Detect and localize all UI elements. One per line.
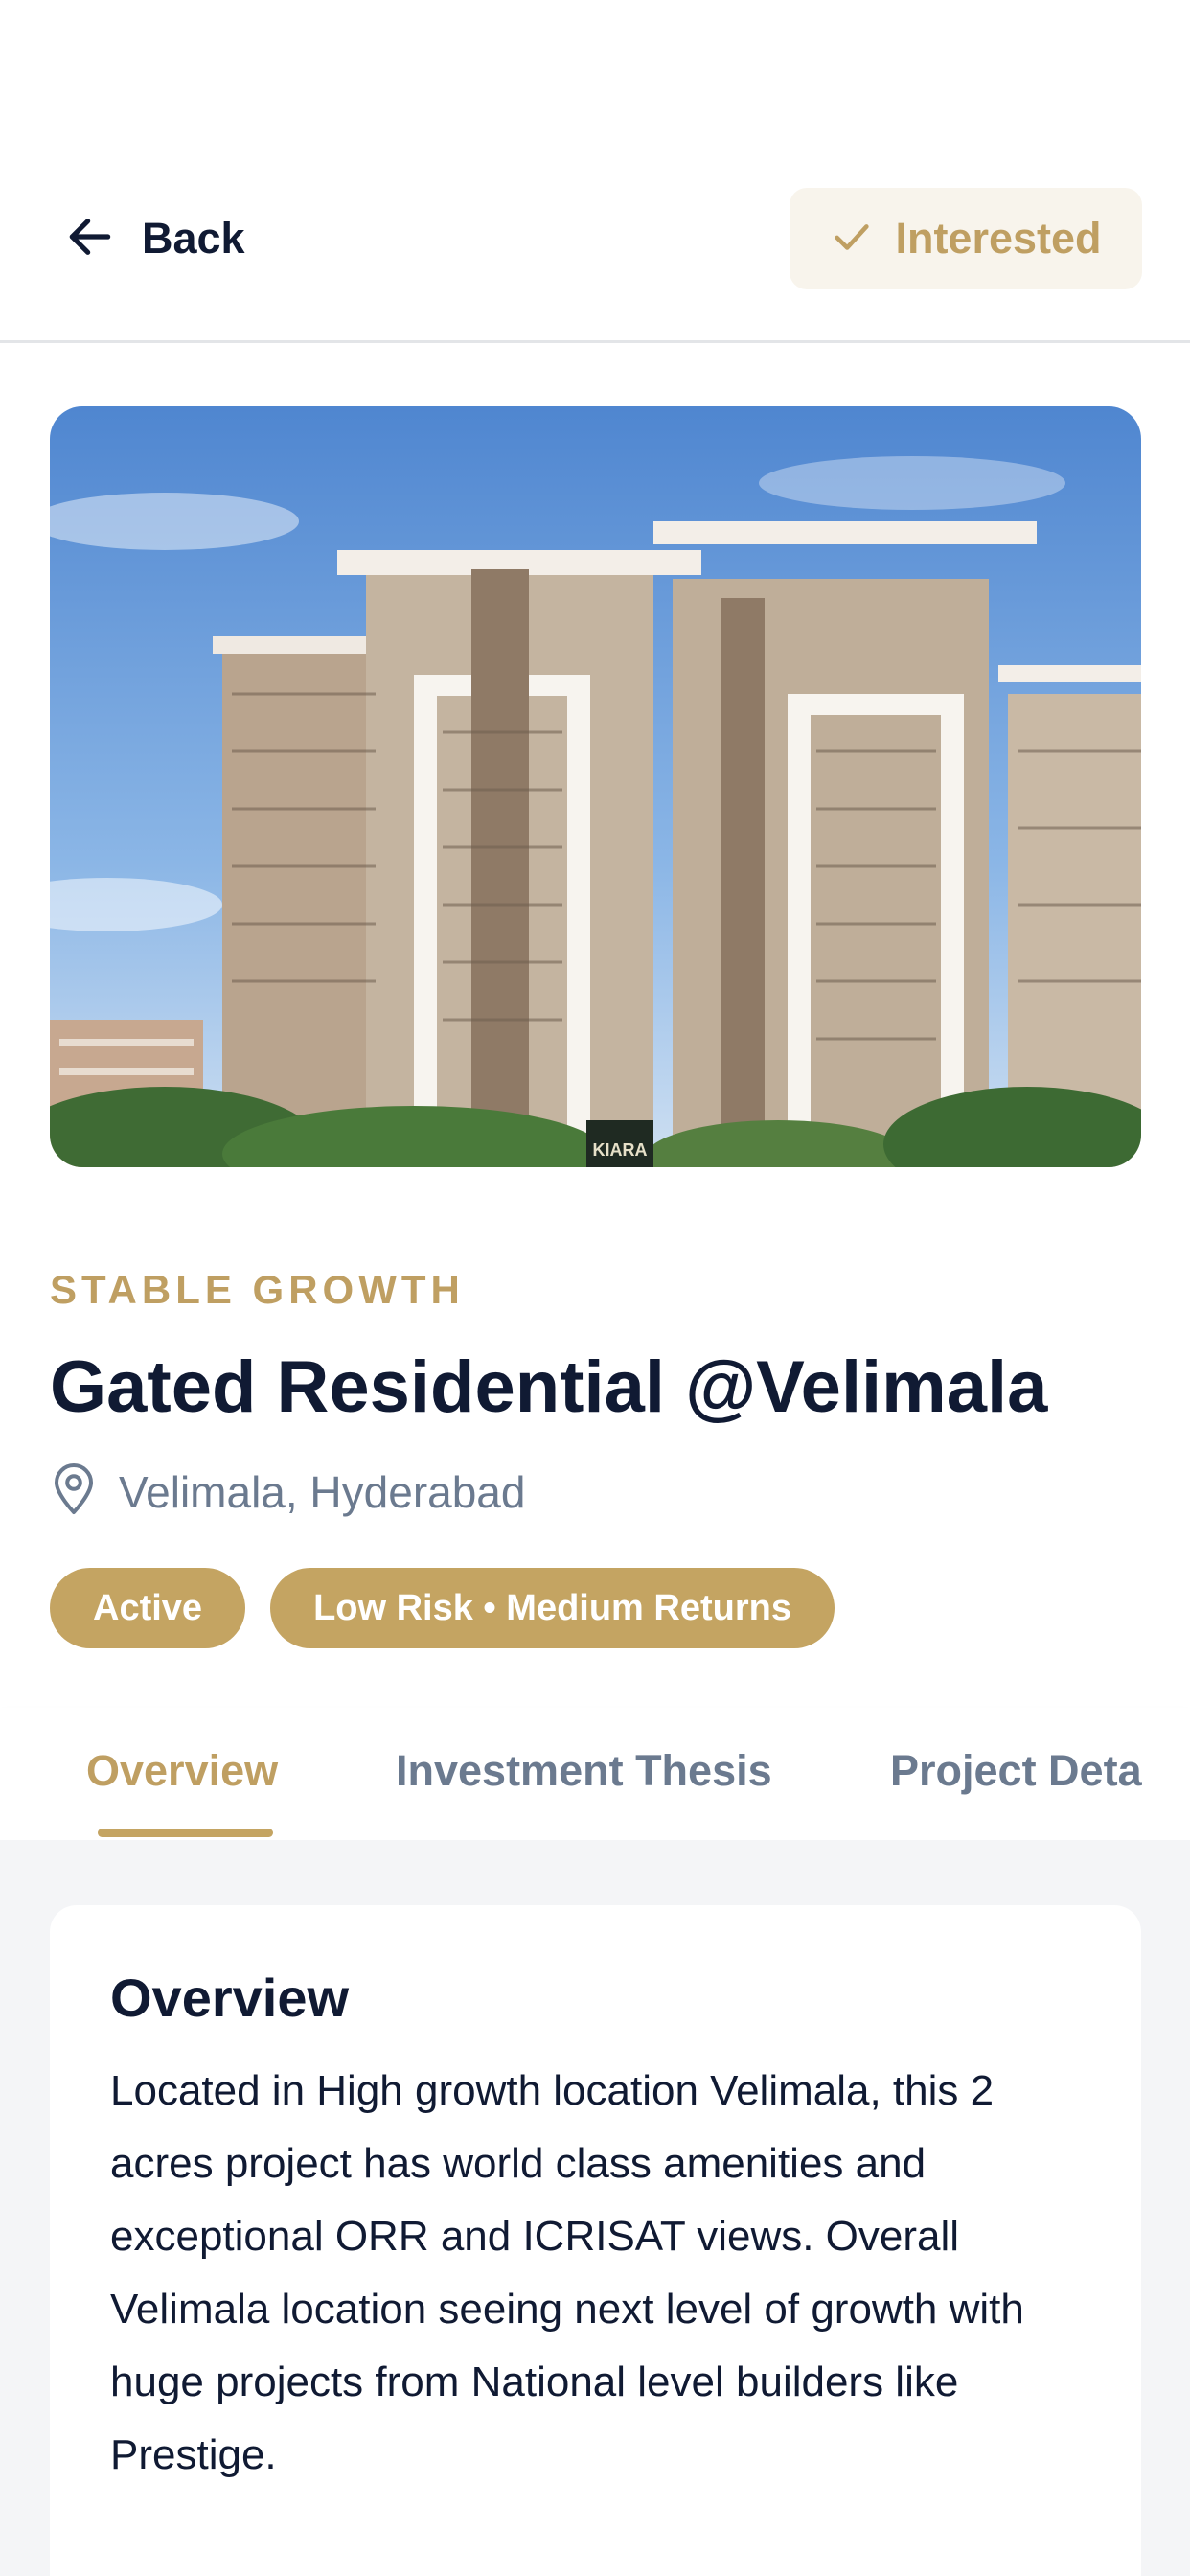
arrow-left-icon (63, 210, 117, 268)
risk-returns-badge: Low Risk • Medium Returns (270, 1568, 835, 1648)
back-label: Back (142, 214, 245, 263)
tab-project-details[interactable]: Project Deta (890, 1746, 1142, 1796)
project-hero-image: KIARA (50, 406, 1141, 1167)
tab-bar: Overview Investment Thesis Project Deta (0, 1708, 1190, 1840)
building-image: KIARA (50, 406, 1141, 1167)
tab-investment-thesis[interactable]: Investment Thesis (396, 1746, 772, 1796)
status-badges: Active Low Risk • Medium Returns (50, 1568, 835, 1648)
interested-label: Interested (895, 214, 1102, 263)
hero-sign-text: KIARA (593, 1140, 648, 1160)
tab-content: Overview Located in High growth location… (0, 1840, 1190, 2576)
overview-card: Overview Located in High growth location… (50, 1905, 1141, 2576)
back-button[interactable]: Back (63, 205, 245, 272)
location-text: Velimala, Hyderabad (119, 1466, 526, 1517)
project-title: Gated Residential @Velimala (50, 1346, 1048, 1428)
map-pin-icon (50, 1462, 98, 1521)
interested-button[interactable]: Interested (790, 188, 1142, 289)
tab-overview[interactable]: Overview (86, 1746, 278, 1796)
overview-body: Located in High growth location Velimala… (110, 2067, 1024, 2478)
project-category: STABLE GROWTH (50, 1267, 465, 1312)
active-tab-indicator (98, 1828, 273, 1837)
top-bar: Back Interested (0, 0, 1190, 343)
check-icon (830, 215, 874, 264)
project-location: Velimala, Hyderabad (50, 1462, 525, 1521)
overview-title: Overview (110, 1967, 350, 2028)
status-badge: Active (50, 1568, 246, 1648)
